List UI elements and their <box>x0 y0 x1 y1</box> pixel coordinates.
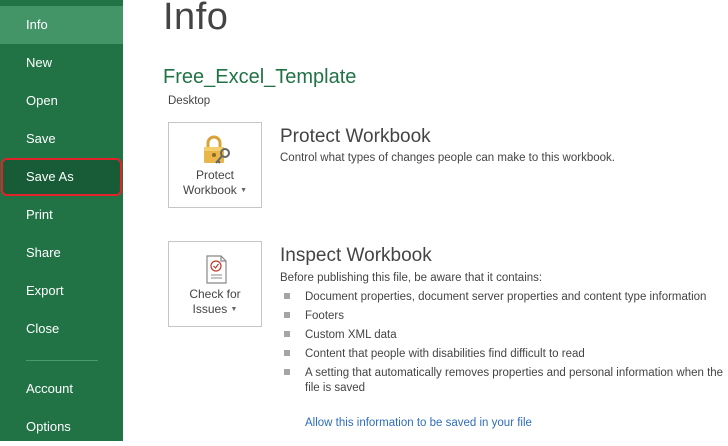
nav-close[interactable]: Close <box>0 310 123 348</box>
inspect-bullet-list: Document properties, document server pro… <box>284 290 728 400</box>
check-button-line2: Issues <box>192 302 228 316</box>
document-location: Desktop <box>168 95 211 107</box>
nav-account[interactable]: Account <box>0 370 123 408</box>
check-button-line1: Check for <box>189 287 241 301</box>
nav-open[interactable]: Open <box>0 82 123 120</box>
list-item: Custom XML data <box>284 328 728 343</box>
list-item: A setting that automatically removes pro… <box>284 366 728 396</box>
inspect-heading: Inspect Workbook <box>280 245 432 266</box>
check-for-issues-button[interactable]: Check for Issues ▼ <box>168 241 262 327</box>
nav-print[interactable]: Print <box>0 196 123 234</box>
protect-workbook-button[interactable]: Protect Workbook ▼ <box>168 122 262 208</box>
allow-info-saved-link[interactable]: Allow this information to be saved in yo… <box>305 417 532 429</box>
lock-key-icon <box>204 135 230 164</box>
nav-info[interactable]: Info <box>0 6 123 44</box>
protect-description: Control what types of changes people can… <box>280 152 615 164</box>
nav-export[interactable]: Export <box>0 272 123 310</box>
backstage-sidebar: Info New Open Save Save As Print Share E… <box>0 0 123 441</box>
chevron-down-icon: ▼ <box>240 187 248 194</box>
document-check-icon <box>206 255 227 284</box>
protect-button-line2: Workbook <box>182 183 237 197</box>
list-item: Document properties, document server pro… <box>284 290 728 305</box>
document-name: Free_Excel_Template <box>163 66 357 88</box>
sidebar-divider <box>26 360 98 361</box>
nav-new[interactable]: New <box>0 44 123 82</box>
nav-options[interactable]: Options <box>0 408 123 446</box>
page-title: Info <box>163 0 229 38</box>
list-item: Footers <box>284 309 728 324</box>
nav-save[interactable]: Save <box>0 120 123 158</box>
chevron-down-icon: ▼ <box>230 306 238 313</box>
protect-button-line1: Protect <box>195 168 234 182</box>
inspect-intro: Before publishing this file, be aware th… <box>280 272 543 284</box>
nav-save-as[interactable]: Save As <box>1 158 122 196</box>
protect-heading: Protect Workbook <box>280 126 431 147</box>
nav-share[interactable]: Share <box>0 234 123 272</box>
list-item: Content that people with disabilities fi… <box>284 347 728 362</box>
